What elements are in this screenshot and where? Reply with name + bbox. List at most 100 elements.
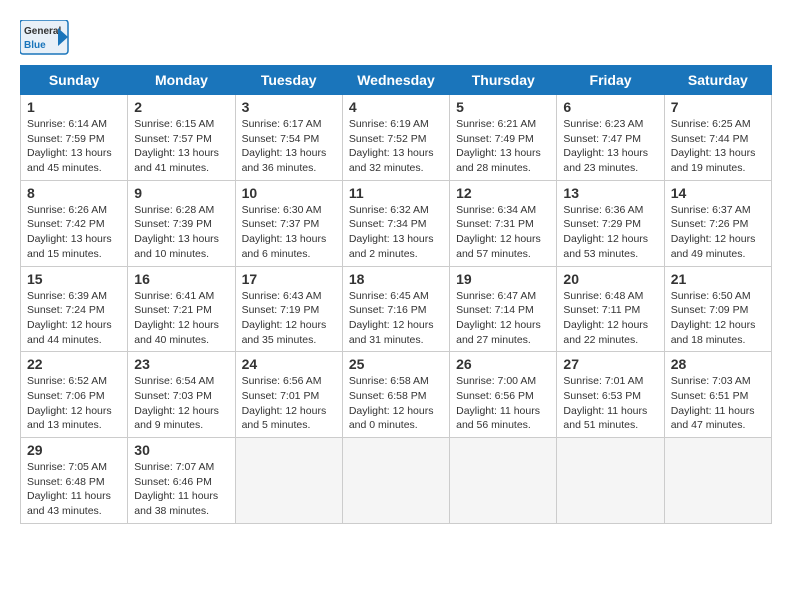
calendar-day-11: 11 Sunrise: 6:32 AMSunset: 7:34 PMDaylig… — [342, 180, 449, 266]
logo-svg: General Blue — [20, 20, 70, 55]
day-detail: Sunrise: 6:52 AMSunset: 7:06 PMDaylight:… — [27, 374, 121, 433]
day-number: 17 — [242, 271, 336, 287]
day-number: 7 — [671, 99, 765, 115]
calendar-day-10: 10 Sunrise: 6:30 AMSunset: 7:37 PMDaylig… — [235, 180, 342, 266]
day-detail: Sunrise: 6:45 AMSunset: 7:16 PMDaylight:… — [349, 289, 443, 348]
day-detail: Sunrise: 6:23 AMSunset: 7:47 PMDaylight:… — [563, 117, 657, 176]
calendar-day-2: 2 Sunrise: 6:15 AMSunset: 7:57 PMDayligh… — [128, 95, 235, 181]
day-detail: Sunrise: 6:15 AMSunset: 7:57 PMDaylight:… — [134, 117, 228, 176]
day-number: 27 — [563, 356, 657, 372]
calendar-week-5: 29 Sunrise: 7:05 AMSunset: 6:48 PMDaylig… — [21, 438, 772, 524]
calendar-day-22: 22 Sunrise: 6:52 AMSunset: 7:06 PMDaylig… — [21, 352, 128, 438]
empty-cell — [664, 438, 771, 524]
day-number: 20 — [563, 271, 657, 287]
empty-cell — [450, 438, 557, 524]
day-number: 12 — [456, 185, 550, 201]
calendar-header-friday: Friday — [557, 66, 664, 95]
day-detail: Sunrise: 6:32 AMSunset: 7:34 PMDaylight:… — [349, 203, 443, 262]
day-number: 19 — [456, 271, 550, 287]
day-detail: Sunrise: 6:37 AMSunset: 7:26 PMDaylight:… — [671, 203, 765, 262]
calendar-day-30: 30 Sunrise: 7:07 AMSunset: 6:46 PMDaylig… — [128, 438, 235, 524]
calendar-day-27: 27 Sunrise: 7:01 AMSunset: 6:53 PMDaylig… — [557, 352, 664, 438]
day-detail: Sunrise: 6:50 AMSunset: 7:09 PMDaylight:… — [671, 289, 765, 348]
day-detail: Sunrise: 6:56 AMSunset: 7:01 PMDaylight:… — [242, 374, 336, 433]
day-number: 10 — [242, 185, 336, 201]
calendar-day-17: 17 Sunrise: 6:43 AMSunset: 7:19 PMDaylig… — [235, 266, 342, 352]
day-number: 8 — [27, 185, 121, 201]
day-detail: Sunrise: 7:03 AMSunset: 6:51 PMDaylight:… — [671, 374, 765, 433]
day-detail: Sunrise: 7:00 AMSunset: 6:56 PMDaylight:… — [456, 374, 550, 433]
day-detail: Sunrise: 6:21 AMSunset: 7:49 PMDaylight:… — [456, 117, 550, 176]
calendar-header-monday: Monday — [128, 66, 235, 95]
day-number: 23 — [134, 356, 228, 372]
logo: General Blue — [20, 20, 70, 55]
empty-cell — [342, 438, 449, 524]
calendar-week-4: 22 Sunrise: 6:52 AMSunset: 7:06 PMDaylig… — [21, 352, 772, 438]
day-number: 5 — [456, 99, 550, 115]
calendar-header-wednesday: Wednesday — [342, 66, 449, 95]
day-number: 14 — [671, 185, 765, 201]
svg-text:General: General — [24, 26, 61, 37]
page-header: General Blue — [20, 20, 772, 55]
day-detail: Sunrise: 6:58 AMSunset: 6:58 PMDaylight:… — [349, 374, 443, 433]
day-detail: Sunrise: 7:07 AMSunset: 6:46 PMDaylight:… — [134, 460, 228, 519]
day-detail: Sunrise: 6:43 AMSunset: 7:19 PMDaylight:… — [242, 289, 336, 348]
calendar-day-15: 15 Sunrise: 6:39 AMSunset: 7:24 PMDaylig… — [21, 266, 128, 352]
calendar-day-21: 21 Sunrise: 6:50 AMSunset: 7:09 PMDaylig… — [664, 266, 771, 352]
day-number: 22 — [27, 356, 121, 372]
calendar-day-4: 4 Sunrise: 6:19 AMSunset: 7:52 PMDayligh… — [342, 95, 449, 181]
day-detail: Sunrise: 6:28 AMSunset: 7:39 PMDaylight:… — [134, 203, 228, 262]
calendar-day-13: 13 Sunrise: 6:36 AMSunset: 7:29 PMDaylig… — [557, 180, 664, 266]
calendar-day-25: 25 Sunrise: 6:58 AMSunset: 6:58 PMDaylig… — [342, 352, 449, 438]
calendar-day-28: 28 Sunrise: 7:03 AMSunset: 6:51 PMDaylig… — [664, 352, 771, 438]
calendar-day-26: 26 Sunrise: 7:00 AMSunset: 6:56 PMDaylig… — [450, 352, 557, 438]
day-number: 24 — [242, 356, 336, 372]
day-number: 2 — [134, 99, 228, 115]
calendar-day-5: 5 Sunrise: 6:21 AMSunset: 7:49 PMDayligh… — [450, 95, 557, 181]
day-number: 18 — [349, 271, 443, 287]
day-detail: Sunrise: 6:48 AMSunset: 7:11 PMDaylight:… — [563, 289, 657, 348]
calendar-day-14: 14 Sunrise: 6:37 AMSunset: 7:26 PMDaylig… — [664, 180, 771, 266]
calendar-week-2: 8 Sunrise: 6:26 AMSunset: 7:42 PMDayligh… — [21, 180, 772, 266]
calendar-header-tuesday: Tuesday — [235, 66, 342, 95]
day-number: 30 — [134, 442, 228, 458]
empty-cell — [235, 438, 342, 524]
day-detail: Sunrise: 6:34 AMSunset: 7:31 PMDaylight:… — [456, 203, 550, 262]
calendar-day-1: 1 Sunrise: 6:14 AMSunset: 7:59 PMDayligh… — [21, 95, 128, 181]
calendar-day-3: 3 Sunrise: 6:17 AMSunset: 7:54 PMDayligh… — [235, 95, 342, 181]
day-number: 9 — [134, 185, 228, 201]
day-detail: Sunrise: 6:26 AMSunset: 7:42 PMDaylight:… — [27, 203, 121, 262]
day-number: 25 — [349, 356, 443, 372]
day-detail: Sunrise: 6:25 AMSunset: 7:44 PMDaylight:… — [671, 117, 765, 176]
day-detail: Sunrise: 7:01 AMSunset: 6:53 PMDaylight:… — [563, 374, 657, 433]
calendar-day-7: 7 Sunrise: 6:25 AMSunset: 7:44 PMDayligh… — [664, 95, 771, 181]
day-number: 29 — [27, 442, 121, 458]
day-detail: Sunrise: 6:41 AMSunset: 7:21 PMDaylight:… — [134, 289, 228, 348]
day-number: 15 — [27, 271, 121, 287]
day-detail: Sunrise: 6:30 AMSunset: 7:37 PMDaylight:… — [242, 203, 336, 262]
calendar-day-23: 23 Sunrise: 6:54 AMSunset: 7:03 PMDaylig… — [128, 352, 235, 438]
calendar-day-24: 24 Sunrise: 6:56 AMSunset: 7:01 PMDaylig… — [235, 352, 342, 438]
day-detail: Sunrise: 6:17 AMSunset: 7:54 PMDaylight:… — [242, 117, 336, 176]
day-detail: Sunrise: 7:05 AMSunset: 6:48 PMDaylight:… — [27, 460, 121, 519]
day-detail: Sunrise: 6:36 AMSunset: 7:29 PMDaylight:… — [563, 203, 657, 262]
calendar-day-8: 8 Sunrise: 6:26 AMSunset: 7:42 PMDayligh… — [21, 180, 128, 266]
calendar-day-16: 16 Sunrise: 6:41 AMSunset: 7:21 PMDaylig… — [128, 266, 235, 352]
day-detail: Sunrise: 6:14 AMSunset: 7:59 PMDaylight:… — [27, 117, 121, 176]
calendar-day-29: 29 Sunrise: 7:05 AMSunset: 6:48 PMDaylig… — [21, 438, 128, 524]
day-number: 16 — [134, 271, 228, 287]
day-detail: Sunrise: 6:47 AMSunset: 7:14 PMDaylight:… — [456, 289, 550, 348]
calendar-header-row: SundayMondayTuesdayWednesdayThursdayFrid… — [21, 66, 772, 95]
day-number: 21 — [671, 271, 765, 287]
calendar-header-saturday: Saturday — [664, 66, 771, 95]
calendar-day-6: 6 Sunrise: 6:23 AMSunset: 7:47 PMDayligh… — [557, 95, 664, 181]
day-number: 6 — [563, 99, 657, 115]
day-number: 4 — [349, 99, 443, 115]
calendar-day-20: 20 Sunrise: 6:48 AMSunset: 7:11 PMDaylig… — [557, 266, 664, 352]
day-detail: Sunrise: 6:54 AMSunset: 7:03 PMDaylight:… — [134, 374, 228, 433]
calendar-day-18: 18 Sunrise: 6:45 AMSunset: 7:16 PMDaylig… — [342, 266, 449, 352]
calendar-week-1: 1 Sunrise: 6:14 AMSunset: 7:59 PMDayligh… — [21, 95, 772, 181]
calendar-day-9: 9 Sunrise: 6:28 AMSunset: 7:39 PMDayligh… — [128, 180, 235, 266]
empty-cell — [557, 438, 664, 524]
day-number: 11 — [349, 185, 443, 201]
